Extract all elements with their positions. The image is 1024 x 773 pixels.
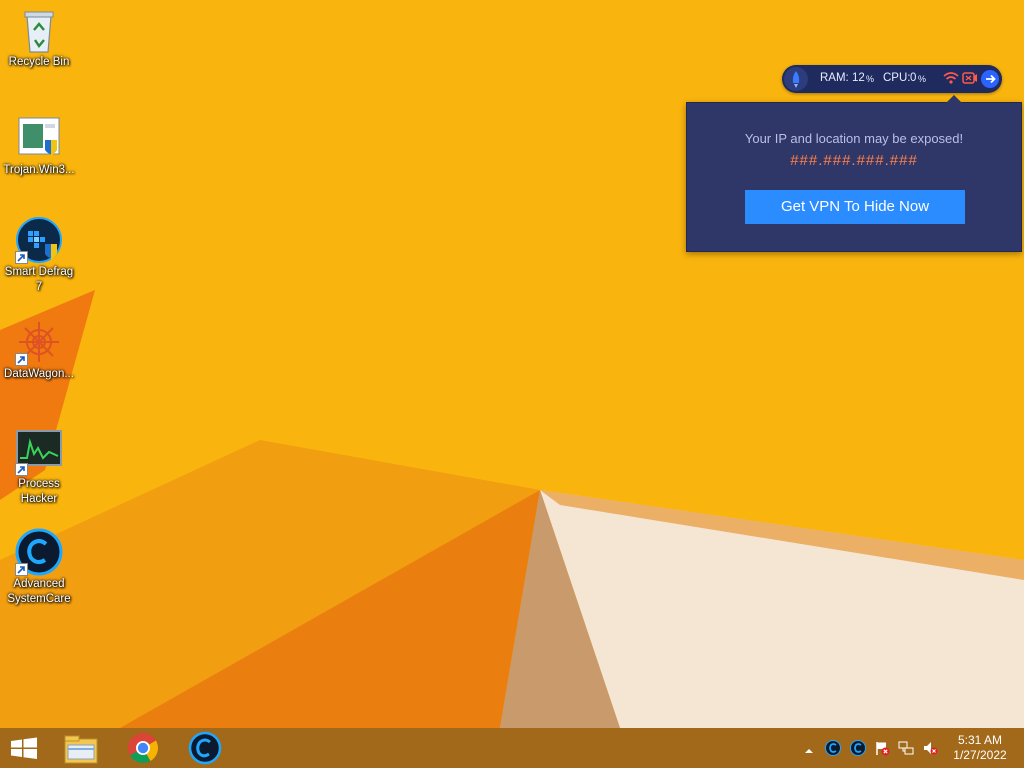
desktop-icon-label: Process Hacker bbox=[18, 478, 60, 505]
shortcut-arrow-icon bbox=[15, 463, 28, 476]
systemcare-tray-icon[interactable] bbox=[850, 740, 866, 761]
exposure-warning-text: Your IP and location may be exposed! bbox=[744, 131, 964, 146]
tray-overflow-icon[interactable] bbox=[803, 743, 815, 761]
desktop-icon-datawagon[interactable]: DataWagon... bbox=[2, 318, 76, 382]
taskbar-advanced-systemcare[interactable] bbox=[177, 728, 233, 768]
windows-logo-icon bbox=[11, 737, 37, 759]
action-center-flag-icon[interactable] bbox=[874, 740, 890, 761]
ram-percent: % bbox=[866, 74, 875, 84]
shortcut-arrow-icon bbox=[15, 563, 28, 576]
desktop-icon-label: Trojan.Win3... bbox=[3, 164, 75, 176]
taskbar-file-explorer[interactable] bbox=[53, 728, 109, 768]
get-vpn-button[interactable]: Get VPN To Hide Now bbox=[745, 190, 965, 224]
cpu-value: 0 bbox=[910, 72, 917, 84]
desktop-icon-label: Advanced SystemCare bbox=[7, 578, 71, 605]
file-installer-icon bbox=[15, 114, 63, 162]
recycle-bin-icon bbox=[15, 6, 63, 54]
cpu-percent: % bbox=[918, 74, 927, 84]
taskbar: 5:31 AM 1/27/2022 bbox=[0, 728, 1024, 768]
advanced-systemcare-icon bbox=[188, 731, 222, 765]
desktop-icon-label: DataWagon... bbox=[4, 368, 74, 380]
datawagon-icon bbox=[15, 318, 63, 366]
volume-muted-icon[interactable] bbox=[922, 740, 938, 761]
desktop-icon-advanced-systemcare[interactable]: Advanced SystemCare bbox=[2, 528, 76, 607]
arrow-right-icon[interactable] bbox=[981, 70, 999, 88]
ram-value: 12 bbox=[852, 72, 865, 84]
smart-defrag-icon bbox=[15, 216, 63, 264]
desktop-icon-recycle-bin[interactable]: Recycle Bin bbox=[2, 6, 76, 70]
rocket-icon[interactable] bbox=[784, 67, 808, 91]
chrome-icon bbox=[128, 733, 159, 764]
desktop[interactable]: Recycle Bin Trojan.Win3... Smart Defrag … bbox=[0, 0, 1024, 728]
desktop-icon-trojan-file[interactable]: Trojan.Win3... bbox=[2, 114, 76, 178]
ram-label: RAM: bbox=[820, 72, 849, 84]
desktop-icon-smart-defrag[interactable]: Smart Defrag 7 bbox=[2, 216, 76, 295]
systemcare-tray-icon[interactable] bbox=[825, 740, 841, 761]
start-button[interactable] bbox=[0, 728, 48, 768]
vpn-warning-popup: Your IP and location may be exposed! ###… bbox=[686, 95, 1022, 252]
shortcut-arrow-icon bbox=[15, 251, 28, 264]
shortcut-arrow-icon bbox=[15, 353, 28, 366]
performance-monitor-widget[interactable]: RAM: 12 % CPU: 0 % bbox=[782, 65, 1002, 93]
clock-date: 1/27/2022 bbox=[953, 748, 1007, 762]
process-hacker-icon bbox=[15, 428, 63, 476]
cpu-label: CPU: bbox=[883, 72, 911, 84]
taskbar-clock[interactable]: 5:31 AM 1/27/2022 bbox=[944, 733, 1016, 763]
taskbar-chrome[interactable] bbox=[115, 728, 171, 768]
popup-pointer bbox=[946, 95, 962, 103]
masked-ip-address: ###.###.###.### bbox=[790, 152, 918, 169]
file-explorer-icon bbox=[64, 735, 98, 764]
desktop-icon-label: Recycle Bin bbox=[8, 56, 70, 68]
clock-time: 5:31 AM bbox=[957, 733, 1003, 747]
camera-warning-icon[interactable] bbox=[962, 72, 978, 87]
wifi-warning-icon[interactable] bbox=[943, 71, 959, 88]
desktop-icon-process-hacker[interactable]: Process Hacker bbox=[2, 428, 76, 507]
advanced-systemcare-icon bbox=[15, 528, 63, 576]
desktop-icon-label: Smart Defrag 7 bbox=[4, 266, 74, 293]
network-icon[interactable] bbox=[898, 740, 914, 761]
